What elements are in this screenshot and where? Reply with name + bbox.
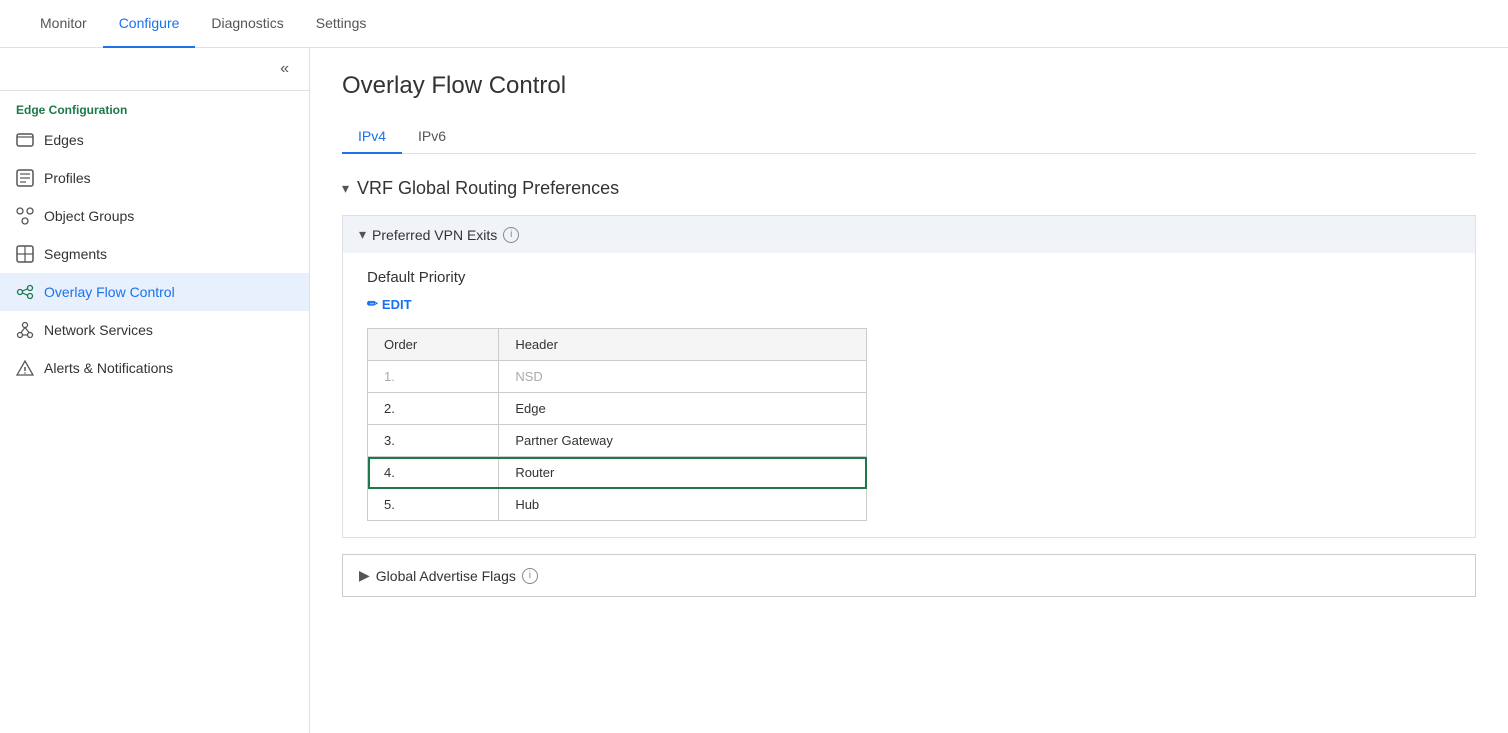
- main-layout: « Edge Configuration Edges: [0, 48, 1508, 733]
- nav-settings[interactable]: Settings: [300, 0, 383, 48]
- overlay-icon: [16, 283, 34, 301]
- table-cell-order: 5.: [368, 489, 499, 521]
- main-content: Overlay Flow Control IPv4 IPv6 ▾ VRF Glo…: [310, 48, 1508, 733]
- table-header-header: Header: [499, 329, 867, 361]
- table-cell-order: 4.: [368, 457, 499, 489]
- nav-monitor[interactable]: Monitor: [24, 0, 103, 48]
- profiles-icon: [16, 169, 34, 187]
- vrf-section-header[interactable]: ▾ VRF Global Routing Preferences: [342, 178, 1476, 199]
- alerts-icon: [16, 359, 34, 377]
- priority-table: Order Header 1.NSD2.Edge3.Partner Gatewa…: [367, 328, 867, 521]
- sidebar-item-alerts-label: Alerts & Notifications: [44, 360, 293, 376]
- global-advertise-header[interactable]: ▶ Global Advertise Flags i: [343, 555, 1475, 596]
- table-row: 4.Router: [368, 457, 867, 489]
- sidebar-item-object-groups[interactable]: Object Groups: [0, 197, 309, 235]
- tab-ipv4[interactable]: IPv4: [342, 120, 402, 154]
- global-advertise-label: Global Advertise Flags: [376, 568, 516, 584]
- sidebar-item-profiles[interactable]: Profiles: [0, 159, 309, 197]
- preferred-vpn-exits-subsection: ▾ Preferred VPN Exits i Default Priority…: [342, 215, 1476, 538]
- table-cell-header: Partner Gateway: [499, 425, 867, 457]
- segments-icon: [16, 245, 34, 263]
- table-cell-order: 1.: [368, 361, 499, 393]
- table-row: 1.NSD: [368, 361, 867, 393]
- edges-icon: [16, 131, 34, 149]
- sidebar-collapse-button[interactable]: «: [272, 56, 297, 82]
- table-header-order: Order: [368, 329, 499, 361]
- sidebar-item-alerts[interactable]: Alerts & Notifications: [0, 349, 309, 387]
- sidebar-item-edges-label: Edges: [44, 132, 293, 148]
- edit-button[interactable]: ✏ EDIT: [367, 296, 412, 312]
- table-row: 3.Partner Gateway: [368, 425, 867, 457]
- subsection-body: Default Priority ✏ EDIT Order Header 1.N…: [343, 253, 1475, 537]
- sidebar-item-segments[interactable]: Segments: [0, 235, 309, 273]
- sidebar-item-edges[interactable]: Edges: [0, 121, 309, 159]
- preferred-vpn-exits-header[interactable]: ▾ Preferred VPN Exits i: [343, 216, 1475, 253]
- global-advertise-section: ▶ Global Advertise Flags i: [342, 554, 1476, 597]
- nav-configure[interactable]: Configure: [103, 0, 196, 48]
- table-cell-header: Edge: [499, 393, 867, 425]
- preferred-vpn-exits-label: Preferred VPN Exits: [372, 227, 497, 243]
- sidebar-item-overlay-label: Overlay Flow Control: [44, 284, 293, 300]
- edit-button-label: EDIT: [382, 297, 412, 312]
- table-cell-header: Router: [499, 457, 867, 489]
- sidebar-item-network-services-label: Network Services: [44, 322, 293, 338]
- edit-pencil-icon: ✏: [367, 296, 378, 312]
- object-groups-icon: [16, 207, 34, 225]
- global-advertise-chevron-icon: ▶: [359, 567, 370, 584]
- vrf-section-title: VRF Global Routing Preferences: [357, 178, 619, 199]
- default-priority-label: Default Priority: [367, 269, 1451, 286]
- nav-diagnostics[interactable]: Diagnostics: [195, 0, 299, 48]
- sidebar-item-profiles-label: Profiles: [44, 170, 293, 186]
- vrf-chevron-icon: ▾: [342, 180, 349, 197]
- tabs: IPv4 IPv6: [342, 120, 1476, 154]
- sidebar-section-label: Edge Configuration: [0, 91, 309, 121]
- preferred-vpn-chevron-icon: ▾: [359, 226, 366, 243]
- page-title: Overlay Flow Control: [342, 72, 1476, 100]
- table-cell-order: 2.: [368, 393, 499, 425]
- sidebar-item-overlay-flow-control[interactable]: Overlay Flow Control: [0, 273, 309, 311]
- table-cell-order: 3.: [368, 425, 499, 457]
- preferred-vpn-info-icon[interactable]: i: [503, 227, 519, 243]
- network-icon: [16, 321, 34, 339]
- top-nav: Monitor Configure Diagnostics Settings: [0, 0, 1508, 48]
- tab-ipv6[interactable]: IPv6: [402, 120, 462, 154]
- table-row: 5.Hub: [368, 489, 867, 521]
- sidebar-collapse-area: «: [0, 48, 309, 91]
- sidebar-item-object-groups-label: Object Groups: [44, 208, 293, 224]
- global-advertise-info-icon[interactable]: i: [522, 568, 538, 584]
- table-cell-header: Hub: [499, 489, 867, 521]
- table-row: 2.Edge: [368, 393, 867, 425]
- sidebar: « Edge Configuration Edges: [0, 48, 310, 733]
- table-cell-header: NSD: [499, 361, 867, 393]
- sidebar-item-segments-label: Segments: [44, 246, 293, 262]
- sidebar-item-network-services[interactable]: Network Services: [0, 311, 309, 349]
